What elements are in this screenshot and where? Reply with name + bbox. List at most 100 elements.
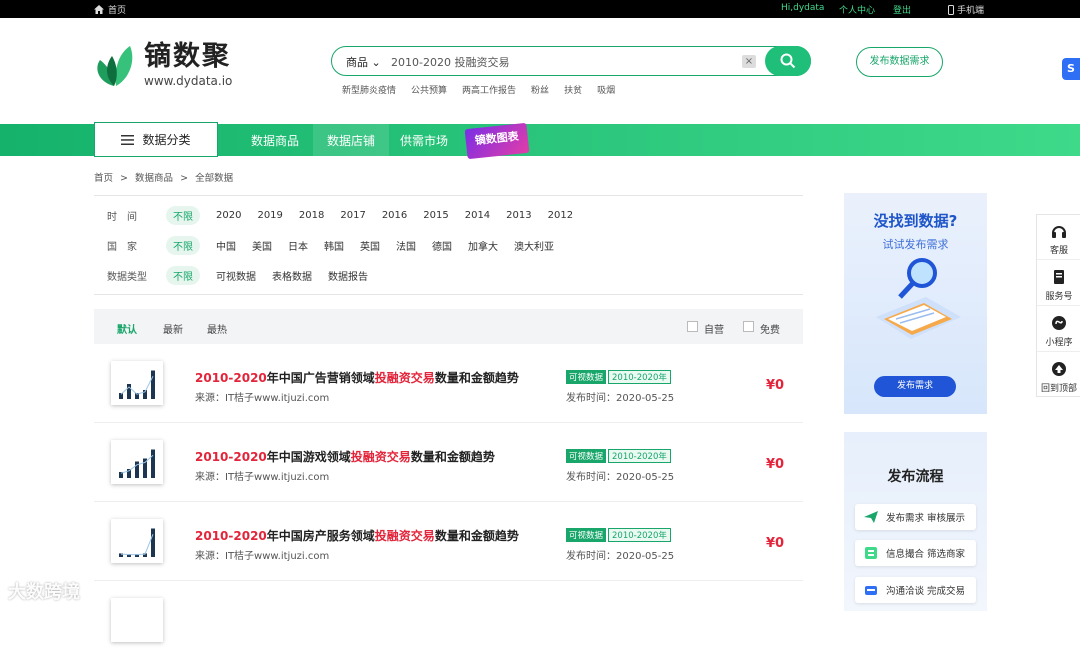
sort-bar: 默认 最新 最热 自营 免费	[94, 309, 803, 344]
breadcrumb-home[interactable]: 首页	[94, 173, 113, 184]
filter-option[interactable]: 数据报告	[328, 268, 368, 283]
self-operated-checkbox[interactable]	[687, 321, 698, 332]
filter-option[interactable]: 2020	[216, 210, 241, 221]
thumbnail-bar	[151, 370, 155, 399]
product-title[interactable]: 2010-2020年中国房产服务领域投融资交易数量和金额趋势	[195, 527, 519, 544]
sort-newest[interactable]: 最新	[163, 321, 183, 336]
hotword[interactable]: 两高工作报告	[462, 83, 516, 96]
list-item-partial[interactable]	[94, 581, 803, 660]
filter-option[interactable]: 表格数据	[272, 268, 312, 283]
thumbnail-line	[120, 375, 154, 395]
home-link[interactable]: 首页	[94, 3, 126, 16]
service-account-button[interactable]: 服务号	[1037, 261, 1080, 306]
filter-option[interactable]: 2014	[465, 210, 490, 221]
publish-time: 发布时间：2020-05-25	[566, 551, 675, 562]
home-icon	[94, 5, 104, 14]
product-title[interactable]: 2010-2020年中国游戏领域投融资交易数量和金额趋势	[195, 448, 495, 465]
list-item[interactable]: 2010-2020年中国房产服务领域投融资交易数量和金额趋势 来源：IT桔子ww…	[94, 502, 803, 581]
greeting: Hi,dydata	[781, 3, 825, 13]
filter-option[interactable]: 2019	[257, 210, 282, 221]
search-input[interactable]: 2010-2020 投融资交易	[391, 54, 509, 70]
range-tag: 2010-2020年	[608, 528, 671, 542]
filter-option[interactable]: 2015	[423, 210, 448, 221]
chart-thumbnail[interactable]	[111, 440, 163, 484]
nav-item-data-stores[interactable]: 数据店铺	[327, 132, 375, 149]
type-tag: 可视数据	[566, 370, 607, 384]
search-button[interactable]	[765, 46, 811, 76]
chart-thumbnail[interactable]	[111, 598, 163, 642]
search-category-select[interactable]: 商品 ⌄	[346, 54, 381, 70]
publish-demand-button[interactable]: 发布数据需求	[856, 47, 943, 77]
filter-option[interactable]: 德国	[432, 238, 452, 253]
publish-flow-card: 发布流程 发布需求 审核展示 信息撮合 筛选商家 沟通洽谈 完成交易	[844, 432, 987, 611]
clear-icon[interactable]: ×	[742, 55, 756, 68]
nav-item-supply-demand[interactable]: 供需市场	[400, 132, 448, 149]
filter-option[interactable]: 2016	[382, 210, 407, 221]
filter-option-selected[interactable]: 不限	[166, 235, 200, 255]
product-source: 来源：IT桔子www.itjuzi.com	[195, 551, 330, 562]
filter-option[interactable]: 澳大利亚	[514, 238, 554, 253]
product-title[interactable]: 2010-2020年中国广告营销领域投融资交易数量和金额趋势	[195, 369, 519, 386]
promo-publish-button[interactable]: 发布需求	[874, 376, 956, 397]
promo-subtitle: 试试发布需求	[882, 238, 949, 251]
free-checkbox[interactable]	[743, 321, 754, 332]
price: ¥0	[766, 457, 785, 472]
filter-option[interactable]: 英国	[360, 238, 380, 253]
filter-label: 时 间	[107, 211, 137, 223]
hotword[interactable]: 吸烟	[597, 83, 615, 96]
logout-link[interactable]: 登出	[893, 3, 911, 16]
sort-hottest[interactable]: 最热	[207, 321, 227, 336]
filter-option[interactable]: 加拿大	[468, 238, 498, 253]
list-item[interactable]: 2010-2020年中国广告营销领域投融资交易数量和金额趋势 来源：IT桔子ww…	[94, 344, 803, 423]
mini-program-icon	[1052, 316, 1066, 330]
filter-option[interactable]: 2012	[548, 210, 573, 221]
promo-card[interactable]: 没找到数据? 试试发布需求 发布需求	[844, 193, 987, 414]
breadcrumb-products[interactable]: 数据商品	[135, 173, 173, 184]
sort-default[interactable]: 默认	[117, 321, 137, 336]
price: ¥0	[766, 378, 785, 393]
menu-icon	[121, 134, 135, 145]
product-source: 来源：IT桔子www.itjuzi.com	[195, 393, 330, 404]
filter-option-selected[interactable]: 不限	[166, 265, 200, 285]
user-center-link[interactable]: 个人中心	[839, 3, 875, 16]
self-operated-label: 自营	[704, 325, 724, 336]
logo[interactable]: 镝数聚 www.dydata.io	[94, 42, 232, 88]
filter-option[interactable]: 可视数据	[216, 268, 256, 283]
filter-label: 数据类型	[107, 271, 147, 283]
search-icon	[780, 53, 796, 69]
nav-item-charts-badge[interactable]: 镝数图表	[464, 122, 530, 160]
filter-option[interactable]: 中国	[216, 238, 236, 253]
filter-option[interactable]: 日本	[288, 238, 308, 253]
filter-option-selected[interactable]: 不限	[166, 205, 200, 225]
s-plugin-icon[interactable]: S	[1062, 58, 1080, 80]
hotword[interactable]: 粉丝	[531, 83, 549, 96]
logo-name: 镝数聚	[144, 40, 231, 72]
filter-option[interactable]: 韩国	[324, 238, 344, 253]
thumbnail-line	[120, 534, 154, 556]
hotword[interactable]: 扶贫	[564, 83, 582, 96]
nav-item-data-products[interactable]: 数据商品	[251, 132, 299, 149]
logo-url: www.dydata.io	[144, 73, 233, 88]
chevron-down-icon: ⌄	[371, 56, 381, 69]
chart-thumbnail[interactable]	[111, 519, 163, 563]
publish-time: 发布时间：2020-05-25	[566, 393, 675, 404]
leaf-logo-icon	[97, 46, 133, 86]
filter-option[interactable]: 2013	[506, 210, 531, 221]
filter-country: 国 家 不限 中国 美国 日本 韩国 英国 法国 德国 加拿大 澳大利亚	[94, 235, 570, 255]
mobile-link[interactable]: 手机端	[948, 3, 984, 16]
hotword[interactable]: 公共预算	[411, 83, 447, 96]
back-to-top-button[interactable]: 回到顶部	[1037, 353, 1080, 398]
chart-thumbnail[interactable]	[111, 361, 163, 405]
hotword[interactable]: 新型肺炎疫情	[342, 83, 396, 96]
filter-option[interactable]: 2017	[340, 210, 365, 221]
filter-option[interactable]: 美国	[252, 238, 272, 253]
customer-service-button[interactable]: 客服	[1037, 215, 1080, 260]
magnifier-illustration-icon	[876, 258, 961, 339]
filter-option[interactable]: 2018	[299, 210, 324, 221]
mini-program-button[interactable]: 小程序	[1037, 307, 1080, 352]
thumbnail-bar	[127, 384, 131, 399]
top-bar: 首页 Hi,dydata 个人中心 登出 手机端	[0, 0, 1080, 18]
filter-option[interactable]: 法国	[396, 238, 416, 253]
list-item[interactable]: 2010-2020年中国游戏领域投融资交易数量和金额趋势 来源：IT桔子www.…	[94, 423, 803, 502]
category-menu-button[interactable]: 数据分类	[94, 122, 218, 157]
